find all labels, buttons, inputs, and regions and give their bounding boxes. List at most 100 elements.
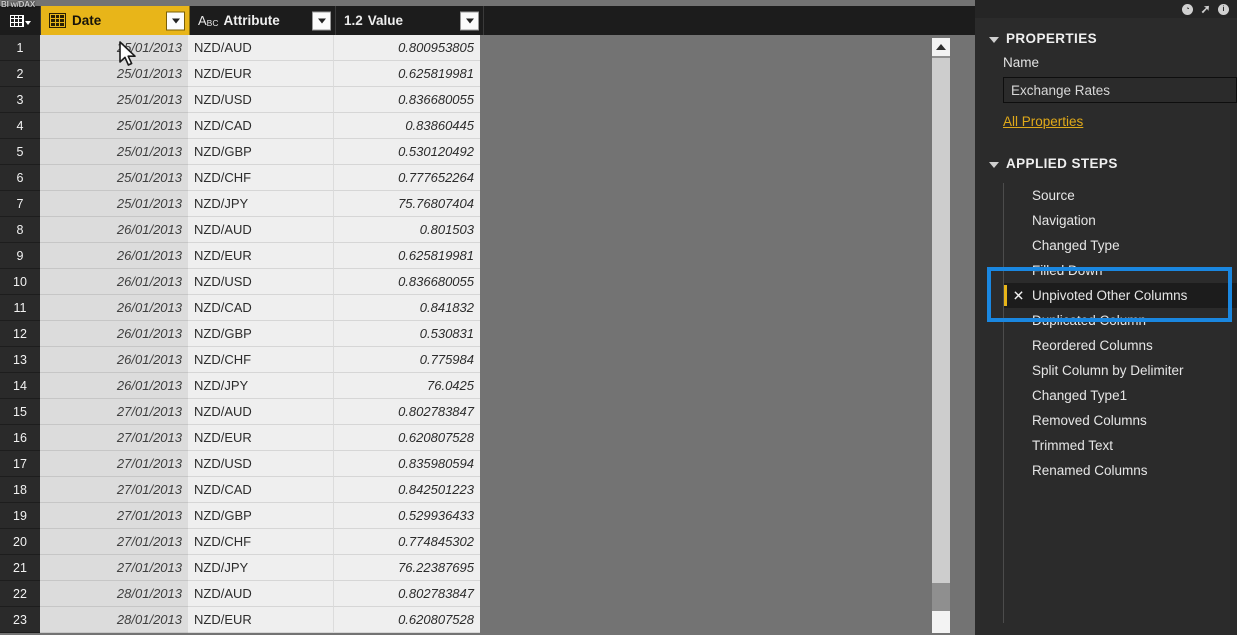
row-number-cell[interactable]: 21 bbox=[0, 555, 40, 581]
table-row[interactable]: 10 26/01/2013 NZD/USD 0.836680055 bbox=[0, 269, 975, 295]
cell-attribute[interactable]: NZD/EUR bbox=[188, 61, 333, 87]
table-row[interactable]: 5 25/01/2013 NZD/GBP 0.530120492 bbox=[0, 139, 975, 165]
cell-value[interactable]: 75.76807404 bbox=[333, 191, 480, 217]
row-number-cell[interactable]: 5 bbox=[0, 139, 40, 165]
table-row[interactable]: 12 26/01/2013 NZD/GBP 0.530831 bbox=[0, 321, 975, 347]
row-number-cell[interactable]: 13 bbox=[0, 347, 40, 373]
column-header-attribute[interactable]: ABC Attribute bbox=[190, 6, 336, 35]
row-number-cell[interactable]: 16 bbox=[0, 425, 40, 451]
table-row[interactable]: 14 26/01/2013 NZD/JPY 76.0425 bbox=[0, 373, 975, 399]
cell-date[interactable]: 26/01/2013 bbox=[40, 243, 188, 269]
history-icon[interactable]: ◔ bbox=[1182, 3, 1193, 15]
cell-value[interactable]: 76.0425 bbox=[333, 373, 480, 399]
query-name-input[interactable]: Exchange Rates bbox=[1003, 77, 1237, 103]
row-number-cell[interactable]: 4 bbox=[0, 113, 40, 139]
applied-step-item[interactable]: Changed Type bbox=[1004, 233, 1237, 258]
applied-step-item[interactable]: Duplicated Column bbox=[1004, 308, 1237, 333]
table-row[interactable]: 6 25/01/2013 NZD/CHF 0.777652264 bbox=[0, 165, 975, 191]
applied-step-item[interactable]: Source bbox=[1004, 183, 1237, 208]
cell-value[interactable]: 0.775984 bbox=[333, 347, 480, 373]
applied-step-item[interactable]: Filled Down bbox=[1004, 258, 1237, 283]
cell-value[interactable]: 0.841832 bbox=[333, 295, 480, 321]
row-number-cell[interactable]: 7 bbox=[0, 191, 40, 217]
cell-date[interactable]: 25/01/2013 bbox=[40, 35, 188, 61]
cell-attribute[interactable]: NZD/AUD bbox=[188, 35, 333, 61]
applied-step-item[interactable]: Reordered Columns bbox=[1004, 333, 1237, 358]
cell-attribute[interactable]: NZD/AUD bbox=[188, 399, 333, 425]
cell-attribute[interactable]: NZD/GBP bbox=[188, 321, 333, 347]
cell-attribute[interactable]: NZD/USD bbox=[188, 87, 333, 113]
cell-value[interactable]: 0.801503 bbox=[333, 217, 480, 243]
table-row[interactable]: 1 25/01/2013 NZD/AUD 0.800953805 bbox=[0, 35, 975, 61]
table-row[interactable]: 8 26/01/2013 NZD/AUD 0.801503 bbox=[0, 217, 975, 243]
row-number-cell[interactable]: 23 bbox=[0, 607, 40, 633]
cell-attribute[interactable]: NZD/GBP bbox=[188, 139, 333, 165]
table-row[interactable]: 7 25/01/2013 NZD/JPY 75.76807404 bbox=[0, 191, 975, 217]
table-row[interactable]: 23 28/01/2013 NZD/EUR 0.620807528 bbox=[0, 607, 975, 633]
table-row[interactable]: 2 25/01/2013 NZD/EUR 0.625819981 bbox=[0, 61, 975, 87]
cell-value[interactable]: 0.529936433 bbox=[333, 503, 480, 529]
row-number-cell[interactable]: 18 bbox=[0, 477, 40, 503]
cell-date[interactable]: 25/01/2013 bbox=[40, 61, 188, 87]
applied-step-item[interactable]: Split Column by Delimiter bbox=[1004, 358, 1237, 383]
row-number-cell[interactable]: 20 bbox=[0, 529, 40, 555]
column-filter-button-value[interactable] bbox=[460, 11, 479, 30]
cell-attribute[interactable]: NZD/JPY bbox=[188, 191, 333, 217]
table-row[interactable]: 11 26/01/2013 NZD/CAD 0.841832 bbox=[0, 295, 975, 321]
cell-value[interactable]: 0.530831 bbox=[333, 321, 480, 347]
all-properties-link[interactable]: All Properties bbox=[1003, 114, 1083, 129]
cell-date[interactable]: 28/01/2013 bbox=[40, 581, 188, 607]
grid-vertical-scrollbar[interactable] bbox=[932, 38, 950, 633]
cell-date[interactable]: 27/01/2013 bbox=[40, 555, 188, 581]
cell-date[interactable]: 28/01/2013 bbox=[40, 607, 188, 633]
cell-date[interactable]: 27/01/2013 bbox=[40, 477, 188, 503]
row-number-cell[interactable]: 10 bbox=[0, 269, 40, 295]
properties-section-header[interactable]: PROPERTIES bbox=[989, 31, 1097, 46]
column-filter-button-attribute[interactable] bbox=[312, 11, 331, 30]
cell-attribute[interactable]: NZD/CAD bbox=[188, 477, 333, 503]
cell-date[interactable]: 26/01/2013 bbox=[40, 269, 188, 295]
column-header-value[interactable]: 1.2 Value bbox=[336, 6, 484, 35]
cell-attribute[interactable]: NZD/USD bbox=[188, 451, 333, 477]
cell-date[interactable]: 27/01/2013 bbox=[40, 425, 188, 451]
cell-value[interactable]: 0.800953805 bbox=[333, 35, 480, 61]
cell-attribute[interactable]: NZD/CHF bbox=[188, 529, 333, 555]
cell-attribute[interactable]: NZD/JPY bbox=[188, 555, 333, 581]
column-header-date[interactable]: Date bbox=[41, 6, 190, 35]
cell-value[interactable]: 0.625819981 bbox=[333, 61, 480, 87]
table-row[interactable]: 9 26/01/2013 NZD/EUR 0.625819981 bbox=[0, 243, 975, 269]
row-number-cell[interactable]: 9 bbox=[0, 243, 40, 269]
row-number-cell[interactable]: 17 bbox=[0, 451, 40, 477]
cell-attribute[interactable]: NZD/CHF bbox=[188, 165, 333, 191]
cell-date[interactable]: 25/01/2013 bbox=[40, 191, 188, 217]
share-arrow-icon[interactable]: ➚ bbox=[1200, 3, 1211, 15]
row-number-cell[interactable]: 2 bbox=[0, 61, 40, 87]
applied-steps-section-header[interactable]: APPLIED STEPS bbox=[989, 156, 1118, 171]
cell-value[interactable]: 76.22387695 bbox=[333, 555, 480, 581]
table-row[interactable]: 19 27/01/2013 NZD/GBP 0.529936433 bbox=[0, 503, 975, 529]
cell-date[interactable]: 26/01/2013 bbox=[40, 373, 188, 399]
cell-attribute[interactable]: NZD/AUD bbox=[188, 217, 333, 243]
table-row[interactable]: 15 27/01/2013 NZD/AUD 0.802783847 bbox=[0, 399, 975, 425]
cell-value[interactable]: 0.836680055 bbox=[333, 269, 480, 295]
cell-value[interactable]: 0.835980594 bbox=[333, 451, 480, 477]
table-row[interactable]: 17 27/01/2013 NZD/USD 0.835980594 bbox=[0, 451, 975, 477]
cell-attribute[interactable]: NZD/AUD bbox=[188, 581, 333, 607]
applied-step-item[interactable]: Trimmed Text bbox=[1004, 433, 1237, 458]
cell-attribute[interactable]: NZD/GBP bbox=[188, 503, 333, 529]
cell-value[interactable]: 0.530120492 bbox=[333, 139, 480, 165]
cell-value[interactable]: 0.842501223 bbox=[333, 477, 480, 503]
cell-attribute[interactable]: NZD/CAD bbox=[188, 113, 333, 139]
table-row[interactable]: 22 28/01/2013 NZD/AUD 0.802783847 bbox=[0, 581, 975, 607]
cell-date[interactable]: 26/01/2013 bbox=[40, 347, 188, 373]
cell-attribute[interactable]: NZD/EUR bbox=[188, 607, 333, 633]
table-row[interactable]: 20 27/01/2013 NZD/CHF 0.774845302 bbox=[0, 529, 975, 555]
cell-date[interactable]: 27/01/2013 bbox=[40, 529, 188, 555]
cell-date[interactable]: 25/01/2013 bbox=[40, 165, 188, 191]
column-filter-button-date[interactable] bbox=[166, 11, 185, 30]
cell-value[interactable]: 0.802783847 bbox=[333, 399, 480, 425]
cell-date[interactable]: 25/01/2013 bbox=[40, 113, 188, 139]
applied-steps-list[interactable]: Source Navigation Changed Type Filled Down ✕… bbox=[1003, 183, 1237, 623]
cell-attribute[interactable]: NZD/EUR bbox=[188, 425, 333, 451]
table-row[interactable]: 4 25/01/2013 NZD/CAD 0.83860445 bbox=[0, 113, 975, 139]
